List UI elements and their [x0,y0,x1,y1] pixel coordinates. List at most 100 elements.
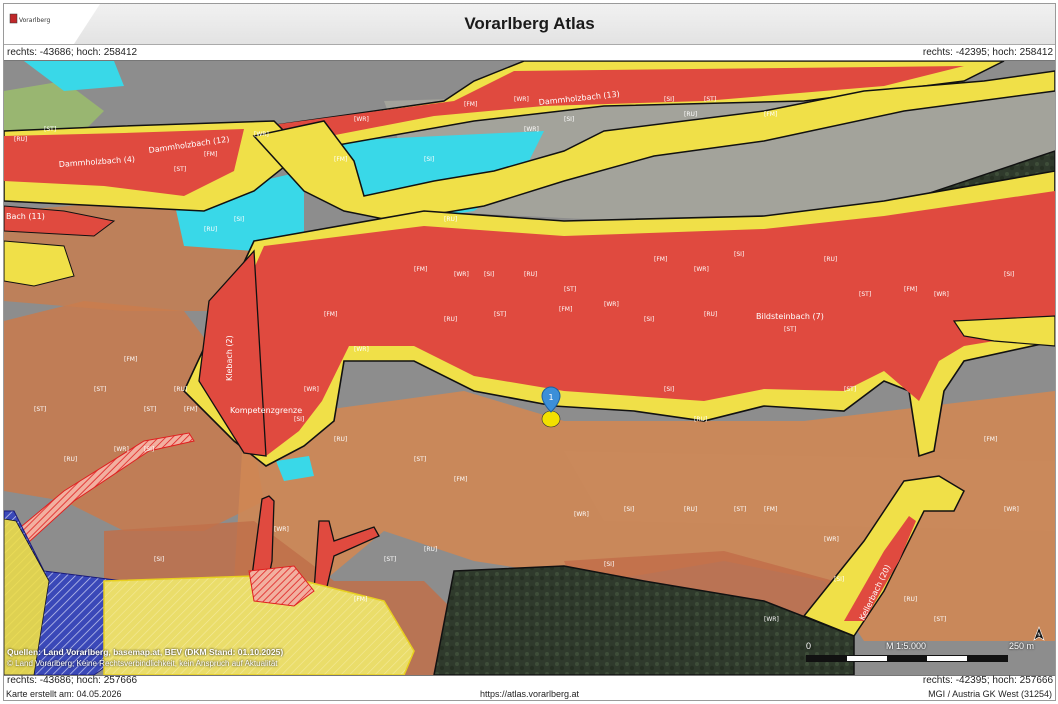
zone-code-label: [RU] [424,546,437,553]
zone-code-label: [ST] [414,456,426,463]
zone-code-label: [FM] [354,596,367,603]
coord-top-right: rechts: -42395; hoch: 258412 [922,47,1053,58]
zone-code-label: [RU] [174,386,187,393]
zone-code-label: [SI] [664,96,674,103]
zone-code-label: [WR] [354,116,369,123]
zone-code-label: [WR] [524,126,539,133]
zone-code-label: [FM] [764,506,777,513]
coord-bottom-right: rechts: -42395; hoch: 257666 [922,675,1053,686]
zone-code-label: [SI] [1004,271,1014,278]
zone-code-label: [ST] [844,386,856,393]
scale-ratio: M 1:5.000 [886,641,927,651]
zone-code-label: [WR] [454,271,469,278]
zone-code-label: [WR] [824,536,839,543]
zone-code-label: [ST] [734,506,746,513]
coord-top-left: rechts: -43686; hoch: 258412 [7,47,138,58]
atlas-page: Vorarlberg Vorarlberg Atlas rechts: -436… [3,3,1056,701]
scale-zero: 0 [806,641,812,651]
zone-code-label: [FM] [904,286,917,293]
zone-code-label: [RU] [704,311,717,318]
zone-code-label: [SI] [294,416,304,423]
scale-bar-graphic [806,655,1008,662]
zone-code-label: [FM] [204,151,217,158]
hazard-map[interactable]: [FM] [WR] [SI] [RU] [ST] [FM] [WR] [SI] [RU] [ST]… [4,61,1055,675]
zone-code-label: [FM] [184,406,197,413]
zone-code-label: [SI] [484,271,494,278]
zone-code-label: [WR] [304,386,319,393]
zone-code-label: [RU] [444,216,457,223]
map-sources: Quellen: Land Vorarlberg, basemap.at, BE… [7,647,447,669]
zone-code-label: [ST] [34,406,46,413]
zone-code-label: [SI] [424,156,434,163]
zone-code-label: [SI] [144,446,154,453]
zone-code-label: [WR] [934,291,949,298]
zone-code-label: [RU] [14,136,27,143]
footer-bar: Karte erstellt am: 04.05.2026 https://at… [4,688,1055,701]
zone-code-label: [ST] [934,616,946,623]
sources-line-2: © Land Vorarlberg; Keine Rechtsverbindli… [7,659,278,668]
zone-code-label: [WR] [114,446,129,453]
sources-line-1: Quellen: Land Vorarlberg, basemap.at, BE… [7,647,284,657]
zone-code-label: [SI] [564,116,574,123]
zone-code-label: [RU] [334,436,347,443]
zone-code-label: [SI] [624,506,634,513]
zone-code-label: [FM] [334,156,347,163]
zone-code-label: [ST] [384,556,396,563]
zone-code-label: [ST] [94,386,106,393]
zone-code-label: [RU] [684,111,697,118]
zone-code-label: [ST] [144,406,156,413]
zone-code-label: [RU] [904,596,917,603]
zone-code-label: [FM] [764,111,777,118]
footer-crs: MGI / Austria GK West (31254) [928,689,1052,699]
zone-code-label: [RU] [204,226,217,233]
scale-distance: 250 m [1008,641,1034,651]
zone-code-label: [ST] [564,286,576,293]
zone-code-label: [WR] [354,346,369,353]
footer-url[interactable]: https://atlas.vorarlberg.at [4,689,1055,699]
zone-code-label: [ST] [174,166,186,173]
zone-code-label: [ST] [44,126,56,133]
zone-code-label: [RU] [824,256,837,263]
zone-code-label: [SI] [154,556,164,563]
header-bar: Vorarlberg Vorarlberg Atlas [4,4,1055,45]
zone-code-label: [WR] [694,266,709,273]
zone-code-label: [WR] [254,131,269,138]
zone-code-label: [SI] [234,216,244,223]
zone-code-label: [FM] [464,101,477,108]
zone-code-label: [WR] [574,511,589,518]
zone-code-label: [SI] [734,251,744,258]
zone-code-label: [FM] [124,356,137,363]
zone-code-label: [FM] [454,476,467,483]
zone-code-label: [FM] [654,256,667,263]
zone-code-label: [RU] [444,316,457,323]
zone-code-label: [ST] [494,311,506,318]
zone-code-label: [RU] [524,271,537,278]
stream-label-klebach-2: Klebach (2) [225,335,234,381]
zone-code-label: [RU] [694,416,707,423]
zone-code-label: [WR] [764,616,779,623]
zone-code-label: [ST] [704,96,716,103]
zone-code-label: [FM] [984,436,997,443]
stream-label-kompetenzgrenze: Kompetenzgrenze [230,406,302,415]
north-arrow-icon: N [1033,626,1045,641]
zone-code-label: [ST] [859,291,871,298]
marker-shadow [541,410,561,428]
zone-code-label: [WR] [514,96,529,103]
stream-label-bildsteinbach-7: Bildsteinbach (7) [756,312,824,321]
zone-code-label: [FM] [324,311,337,318]
zone-code-label: [WR] [274,526,289,533]
zone-code-label: [SI] [644,316,654,323]
zone-code-label: [WR] [1004,506,1019,513]
zone-code-label: [SI] [664,386,674,393]
coord-bottom-left: rechts: -43686; hoch: 257666 [7,675,138,686]
marker-label: 1 [548,393,553,402]
zone-code-label: [ST] [784,326,796,333]
zone-code-label: [RU] [64,456,77,463]
stream-label-bach-11: Bach (11) [6,212,45,221]
zone-code-label: [FM] [414,266,427,273]
scale-bar: 0 M 1:5.000 250 m [806,641,1042,671]
zone-code-label: [WR] [604,301,619,308]
map-view[interactable]: [FM] [WR] [SI] [RU] [ST] [FM] [WR] [SI] [RU] [ST]… [4,60,1055,676]
zone-code-label: [RU] [684,506,697,513]
page-title: Vorarlberg Atlas [464,14,595,33]
